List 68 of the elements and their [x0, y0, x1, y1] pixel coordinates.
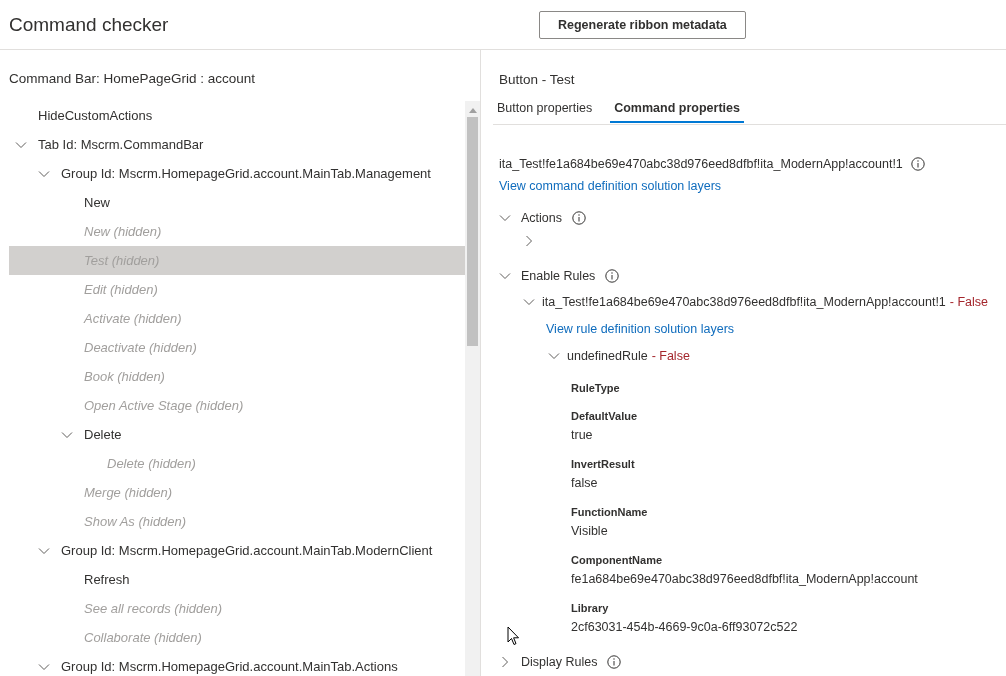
- tree-item[interactable]: Delete: [9, 420, 465, 449]
- tree-item[interactable]: Group Id: Mscrm.HomepageGrid.account.MainTab.Actions: [9, 652, 465, 676]
- chevron-down-icon[interactable]: [548, 350, 560, 362]
- tree-item-label: New (hidden): [84, 224, 162, 239]
- chevron-right-icon[interactable]: [499, 656, 511, 668]
- chevron-down-icon[interactable]: [499, 212, 511, 224]
- chevron-down-icon[interactable]: [523, 296, 535, 308]
- tree-item[interactable]: Refresh: [9, 565, 465, 594]
- tree-item-label: Deactivate (hidden): [84, 340, 197, 355]
- property-label: DefaultValue: [571, 409, 639, 424]
- tree-item-label: Delete (hidden): [107, 456, 196, 471]
- rule-result: - False: [651, 349, 690, 363]
- tree-item-label: Open Active Stage (hidden): [84, 398, 244, 413]
- page-title: Command checker: [9, 13, 170, 36]
- section-title: Display Rules: [521, 655, 598, 669]
- tab[interactable]: Command properties: [610, 94, 744, 123]
- info-icon[interactable]: [910, 157, 925, 171]
- info-icon[interactable]: [605, 269, 620, 283]
- chevron-right-icon[interactable]: [523, 235, 535, 247]
- section-title: Enable Rules: [521, 269, 596, 283]
- tree-item-label: Merge (hidden): [84, 485, 173, 500]
- tree-item-label: Show As (hidden): [84, 514, 187, 529]
- info-icon[interactable]: [572, 211, 586, 225]
- tree-item-label: Refresh: [84, 572, 130, 587]
- tree-item[interactable]: HideCustomActions: [9, 101, 465, 130]
- tree-item-label: Edit (hidden): [84, 282, 158, 297]
- property-label: ComponentName: [571, 553, 664, 568]
- property-value: true: [571, 427, 594, 444]
- info-icon[interactable]: [607, 655, 622, 669]
- command-bar-title: Command Bar: HomePageGrid : account: [8, 70, 257, 88]
- property-label: FunctionName: [571, 505, 649, 520]
- section-title: Actions: [521, 211, 562, 225]
- rule-name: ita_Test!fe1a684be69e470abc38d976eed8dfbf!ita_ModernApp!account!1: [542, 295, 946, 309]
- property-value: false: [571, 475, 599, 492]
- regenerate-button[interactable]: Regenerate ribbon metadata: [539, 10, 746, 39]
- solution-layers-link[interactable]: View command definition solution layers: [499, 179, 722, 193]
- property-label: InvertResult: [571, 457, 636, 472]
- mouse-pointer-icon: [507, 626, 520, 646]
- tree-item-label: Book (hidden): [84, 369, 165, 384]
- panel-title: Button - Test: [499, 71, 576, 89]
- rule-layers-link[interactable]: View rule definition solution layers: [546, 317, 735, 341]
- property-label: Library: [571, 601, 610, 616]
- property-value: Visible: [571, 523, 609, 540]
- scrollbar-thumb[interactable]: [467, 117, 478, 346]
- tree-item[interactable]: New: [9, 188, 465, 217]
- tab[interactable]: Button properties: [493, 94, 597, 123]
- rule-result: - False: [949, 295, 988, 309]
- tree-item[interactable]: Tab Id: Mscrm.CommandBar: [9, 130, 465, 159]
- scrollbar[interactable]: [465, 101, 480, 676]
- tree-item-label: HideCustomActions: [38, 108, 153, 123]
- tree-item[interactable]: Group Id: Mscrm.HomepageGrid.account.MainTab.Management: [9, 159, 465, 188]
- tree-item-label: Group Id: Mscrm.HomepageGrid.account.MainTab.ModernClient: [61, 543, 433, 558]
- tree-item-label: See all records (hidden): [84, 601, 223, 616]
- property-label: RuleType: [571, 381, 621, 396]
- tree-item[interactable]: Group Id: Mscrm.HomepageGrid.account.MainTab.ModernClient: [9, 536, 465, 565]
- property-value: fe1a684be69e470abc38d976eed8dfbf!ita_ModernApp!account: [571, 571, 919, 588]
- scroll-up-icon[interactable]: [469, 108, 477, 113]
- tree-item-label: Collaborate (hidden): [84, 630, 202, 645]
- property-value: 2cf63031-454b-4669-9c0a-6ff93072c522: [571, 619, 799, 636]
- command-id: ita_Test!fe1a684be69e470abc38d976eed8dfbf!ita_ModernApp!account!1: [499, 157, 903, 171]
- tree-item-label: Tab Id: Mscrm.CommandBar: [38, 137, 204, 152]
- rule-name: undefinedRule: [567, 349, 648, 363]
- tree-item-label: Group Id: Mscrm.HomepageGrid.account.MainTab.Actions: [61, 659, 398, 674]
- chevron-down-icon[interactable]: [499, 270, 511, 282]
- tree-item-label: Activate (hidden): [84, 311, 182, 326]
- tree-item-label: Delete: [84, 427, 122, 442]
- tree-item-label: New: [84, 195, 110, 210]
- tree-item-label: Group Id: Mscrm.HomepageGrid.account.MainTab.Management: [61, 166, 431, 181]
